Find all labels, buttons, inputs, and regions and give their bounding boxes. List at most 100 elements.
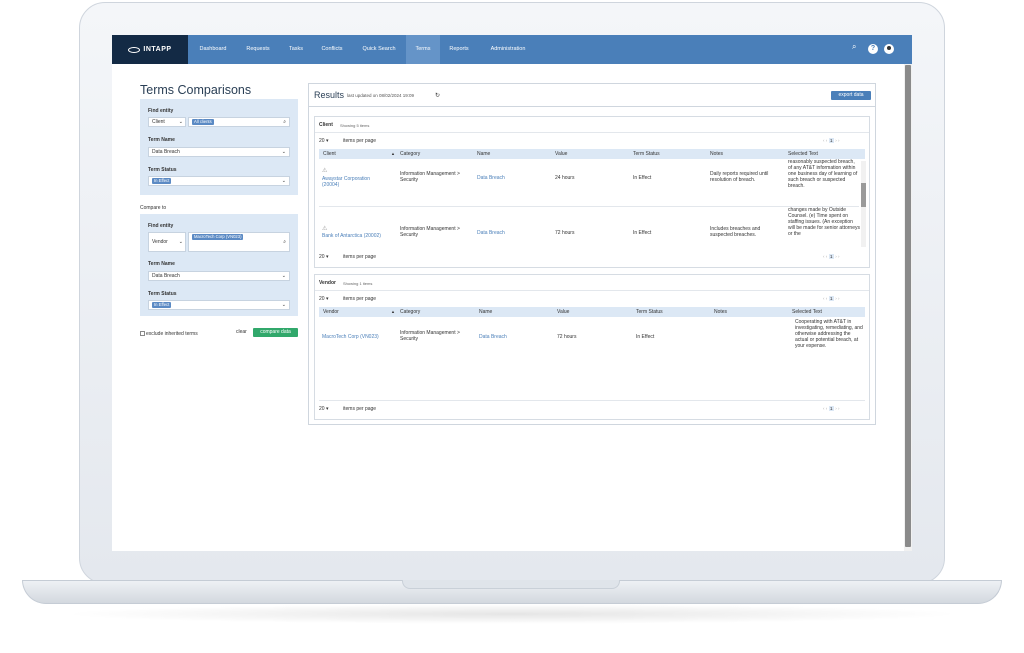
name-link[interactable]: Data Breach <box>477 175 505 181</box>
nav-administration[interactable]: Administration <box>478 35 538 64</box>
category-cell: Information Management > Security <box>400 226 460 238</box>
col-vendor[interactable]: Vendor <box>323 307 339 317</box>
per-page-select[interactable]: 20 ▾ <box>319 138 328 144</box>
compare-entity-search-input[interactable]: MacroTech Corp (VN023) ⌕ <box>188 232 290 252</box>
compare-data-button[interactable]: compare data <box>253 328 298 337</box>
table-row[interactable]: ⚠ Awaystar Corporation (20004) Informati… <box>319 159 859 207</box>
col-name[interactable]: Name <box>477 149 490 159</box>
avatar[interactable] <box>884 44 894 54</box>
nav-terms[interactable]: Terms <box>406 35 440 64</box>
name-link[interactable]: Data Breach <box>479 334 507 340</box>
exclude-inherited-checkbox[interactable] <box>140 331 145 336</box>
compare-find-entity-label: Find entity <box>148 223 174 229</box>
sort-up-icon[interactable]: ▲ <box>391 149 395 159</box>
results-title: Results <box>314 90 345 100</box>
col-notes[interactable]: Notes <box>714 307 727 317</box>
nav-tasks[interactable]: Tasks <box>280 35 312 64</box>
compare-term-name-value: Data Breach <box>152 273 180 279</box>
logo-text: INTAPP <box>143 46 172 53</box>
sort-up-icon[interactable]: ▲ <box>391 307 395 317</box>
per-page-select-bottom[interactable]: 20 ▾ <box>319 254 328 260</box>
compare-entity-type-select[interactable]: Vendor ⌄ <box>148 232 186 252</box>
notes-cell: Daily reports required until resolution … <box>710 171 769 183</box>
col-name[interactable]: Name <box>479 307 492 317</box>
search-icon: ⌕ <box>283 239 286 245</box>
name-link[interactable]: Data Breach <box>477 230 505 236</box>
term-name-select[interactable]: Data Breach ⌄ <box>148 147 290 157</box>
entity-type-select[interactable]: Client ⌄ <box>148 117 186 127</box>
table-scrollbar[interactable] <box>861 161 866 247</box>
pagination-bottom[interactable]: ‹ ‹ 1 › › <box>823 254 840 259</box>
client-link[interactable]: Awaystar Corporation (20004) <box>322 176 384 188</box>
caret-down-icon: ▾ <box>325 296 329 302</box>
entity-type-value: Client <box>152 119 165 125</box>
page-scrollbar-thumb[interactable] <box>905 65 911 547</box>
category-cell: Information Management > Security <box>400 330 460 342</box>
exclude-inherited-label: exclude inherited terms <box>146 331 198 337</box>
term-status-chip[interactable]: In Effect <box>152 178 172 184</box>
pagination[interactable]: ‹ ‹ 1 › › <box>823 138 840 143</box>
page-number[interactable]: 1 <box>828 138 835 143</box>
col-term-status[interactable]: Term Status <box>636 307 663 317</box>
help-icon[interactable]: ? <box>868 44 878 54</box>
client-link[interactable]: Bank of Antarctica (20002) <box>322 233 397 239</box>
notes-cell: Includes breaches and suspected breaches… <box>710 226 761 238</box>
table-row[interactable]: MacroTech Corp (VN023) Information Manag… <box>319 318 865 358</box>
clear-link[interactable]: clear <box>236 329 247 335</box>
warning-icon: ⚠ <box>322 168 328 174</box>
col-client[interactable]: Client <box>323 149 397 159</box>
table-scrollbar-thumb[interactable] <box>861 183 866 207</box>
vendor-pagination-bottom[interactable]: ‹ ‹ 1 › › <box>823 406 840 411</box>
term-status-select[interactable]: In Effect ⌄ <box>148 176 290 186</box>
col-category[interactable]: Category <box>400 149 420 159</box>
compare-term-status-select[interactable]: In Effect ⌄ <box>148 300 290 310</box>
vendor-showing: Showing 1 items <box>343 281 373 286</box>
vendor-per-page-select-bottom[interactable]: 20 ▾ <box>319 406 328 412</box>
value-cell: 72 hours <box>555 230 575 236</box>
refresh-icon[interactable]: ↻ <box>435 92 440 99</box>
nav-conflicts[interactable]: Conflicts <box>312 35 352 64</box>
app-logo[interactable]: INTAPP <box>112 35 188 64</box>
client-showing: Showing 5 items <box>340 123 370 128</box>
nav-dashboard[interactable]: Dashboard <box>190 35 236 64</box>
search-icon[interactable]: ⌕ <box>852 43 860 51</box>
entity-chip[interactable]: All clients <box>192 119 214 125</box>
table-row[interactable]: ⚠ Bank of Antarctica (20002) Information… <box>319 207 860 247</box>
client-section-title: Client <box>319 122 333 128</box>
col-value[interactable]: Value <box>557 307 569 317</box>
vendor-divider <box>315 290 869 291</box>
value-cell: 24 hours <box>555 175 575 181</box>
compare-term-status-label: Term Status <box>148 291 177 297</box>
page-number[interactable]: 1 <box>828 296 835 301</box>
vendor-per-page-select[interactable]: 20 ▾ <box>319 296 328 302</box>
col-category[interactable]: Category <box>400 307 420 317</box>
vendor-link[interactable]: MacroTech Corp (VN023) <box>322 334 379 340</box>
caret-down-icon: ▾ <box>325 406 329 412</box>
entity-search-input[interactable]: All clients ⌕ <box>188 117 290 127</box>
nav-requests[interactable]: Requests <box>236 35 280 64</box>
term-name-value: Data Breach <box>152 149 180 155</box>
compare-entity-type-value: Vendor <box>152 239 168 245</box>
vendor-table-header: Vendor ▲ Category Name Value Term Status… <box>319 307 865 317</box>
vendor-pagination[interactable]: ‹ ‹ 1 › › <box>823 296 840 301</box>
col-value[interactable]: Value <box>555 149 567 159</box>
per-page-label: items per page <box>343 138 377 144</box>
compare-term-name-select[interactable]: Data Breach ⌄ <box>148 271 290 281</box>
col-notes[interactable]: Notes <box>710 149 723 159</box>
chevron-down-icon: ⌄ <box>281 178 286 184</box>
page-title: Terms Comparisons <box>140 83 252 97</box>
col-selected-text[interactable]: Selected Text <box>788 149 818 159</box>
compare-entity-chip[interactable]: MacroTech Corp (VN023) <box>192 234 244 240</box>
page-number[interactable]: 1 <box>828 406 835 411</box>
col-term-status[interactable]: Term Status <box>633 149 660 159</box>
compare-term-status-chip[interactable]: In Effect <box>152 302 172 308</box>
nav-quick-search[interactable]: Quick Search <box>352 35 406 64</box>
page-number[interactable]: 1 <box>828 254 835 259</box>
export-data-button[interactable]: export data <box>831 91 871 100</box>
nav-reports[interactable]: Reports <box>440 35 478 64</box>
term-name-label: Term Name <box>148 137 175 143</box>
per-page-value: 20 <box>319 406 325 412</box>
term-status-label: Term Status <box>148 167 177 173</box>
per-page-value: 20 <box>319 138 325 144</box>
col-selected-text[interactable]: Selected Text <box>792 307 822 317</box>
